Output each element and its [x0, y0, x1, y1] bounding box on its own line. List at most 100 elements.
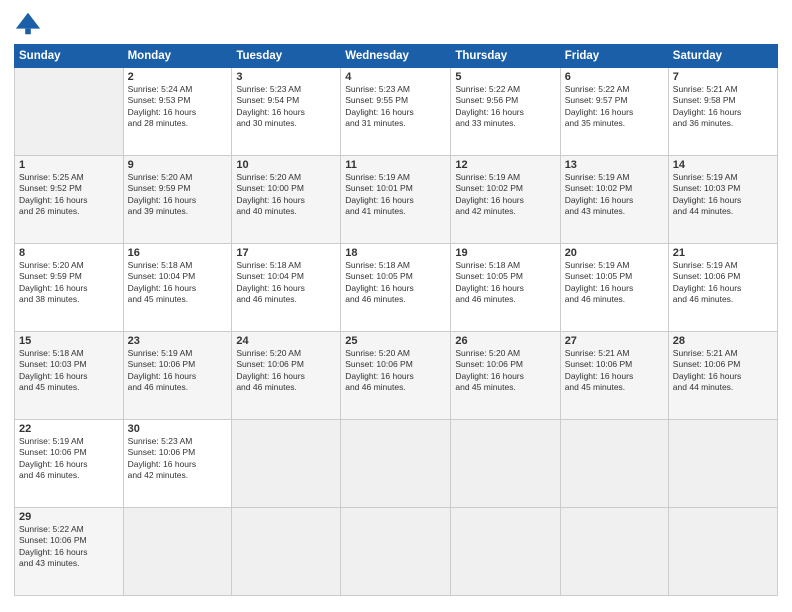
table-row: 27Sunrise: 5:21 AMSunset: 10:06 PMDaylig… — [560, 332, 668, 420]
day-info: Sunrise: 5:19 AMSunset: 10:06 PMDaylight… — [19, 436, 119, 482]
calendar-table: Sunday Monday Tuesday Wednesday Thursday… — [14, 44, 778, 596]
table-row — [560, 420, 668, 508]
day-number: 12 — [455, 159, 555, 171]
logo — [14, 10, 46, 38]
day-info: Sunrise: 5:20 AMSunset: 9:59 PMDaylight:… — [128, 172, 228, 218]
day-info: Sunrise: 5:21 AMSunset: 9:58 PMDaylight:… — [673, 84, 773, 130]
col-tuesday: Tuesday — [232, 45, 341, 68]
day-number: 6 — [565, 71, 664, 83]
header — [14, 10, 778, 38]
day-info: Sunrise: 5:18 AMSunset: 10:03 PMDaylight… — [19, 348, 119, 394]
day-info: Sunrise: 5:21 AMSunset: 10:06 PMDaylight… — [673, 348, 773, 394]
day-info: Sunrise: 5:22 AMSunset: 9:56 PMDaylight:… — [455, 84, 555, 130]
logo-icon — [14, 10, 42, 38]
table-row: 13Sunrise: 5:19 AMSunset: 10:02 PMDaylig… — [560, 156, 668, 244]
day-number: 4 — [345, 71, 446, 83]
day-info: Sunrise: 5:20 AMSunset: 9:59 PMDaylight:… — [19, 260, 119, 306]
table-row: 20Sunrise: 5:19 AMSunset: 10:05 PMDaylig… — [560, 244, 668, 332]
table-row — [560, 508, 668, 596]
table-row: 5Sunrise: 5:22 AMSunset: 9:56 PMDaylight… — [451, 68, 560, 156]
table-row: 23Sunrise: 5:19 AMSunset: 10:06 PMDaylig… — [123, 332, 232, 420]
day-number: 14 — [673, 159, 773, 171]
day-info: Sunrise: 5:20 AMSunset: 10:06 PMDaylight… — [455, 348, 555, 394]
table-row — [341, 420, 451, 508]
day-info: Sunrise: 5:23 AMSunset: 9:55 PMDaylight:… — [345, 84, 446, 130]
day-info: Sunrise: 5:21 AMSunset: 10:06 PMDaylight… — [565, 348, 664, 394]
day-number: 7 — [673, 71, 773, 83]
table-row — [232, 508, 341, 596]
day-info: Sunrise: 5:19 AMSunset: 10:02 PMDaylight… — [455, 172, 555, 218]
day-number: 11 — [345, 159, 446, 171]
table-row: 28Sunrise: 5:21 AMSunset: 10:06 PMDaylig… — [668, 332, 777, 420]
calendar-row: 22Sunrise: 5:19 AMSunset: 10:06 PMDaylig… — [15, 420, 778, 508]
day-info: Sunrise: 5:20 AMSunset: 10:06 PMDaylight… — [236, 348, 336, 394]
calendar-row: 8Sunrise: 5:20 AMSunset: 9:59 PMDaylight… — [15, 244, 778, 332]
day-number: 1 — [19, 159, 119, 171]
calendar-row: 2Sunrise: 5:24 AMSunset: 9:53 PMDaylight… — [15, 68, 778, 156]
table-row: 29Sunrise: 5:22 AMSunset: 10:06 PMDaylig… — [15, 508, 124, 596]
table-row: 4Sunrise: 5:23 AMSunset: 9:55 PMDaylight… — [341, 68, 451, 156]
day-number: 9 — [128, 159, 228, 171]
day-number: 16 — [128, 247, 228, 259]
day-info: Sunrise: 5:19 AMSunset: 10:06 PMDaylight… — [128, 348, 228, 394]
table-row — [668, 508, 777, 596]
day-number: 28 — [673, 335, 773, 347]
table-row: 9Sunrise: 5:20 AMSunset: 9:59 PMDaylight… — [123, 156, 232, 244]
table-row: 25Sunrise: 5:20 AMSunset: 10:06 PMDaylig… — [341, 332, 451, 420]
calendar-row: 29Sunrise: 5:22 AMSunset: 10:06 PMDaylig… — [15, 508, 778, 596]
table-row — [123, 508, 232, 596]
calendar-row: 15Sunrise: 5:18 AMSunset: 10:03 PMDaylig… — [15, 332, 778, 420]
day-number: 25 — [345, 335, 446, 347]
table-row — [451, 508, 560, 596]
table-row: 2Sunrise: 5:24 AMSunset: 9:53 PMDaylight… — [123, 68, 232, 156]
table-row: 16Sunrise: 5:18 AMSunset: 10:04 PMDaylig… — [123, 244, 232, 332]
table-row: 8Sunrise: 5:20 AMSunset: 9:59 PMDaylight… — [15, 244, 124, 332]
day-info: Sunrise: 5:23 AMSunset: 10:06 PMDaylight… — [128, 436, 228, 482]
table-row: 17Sunrise: 5:18 AMSunset: 10:04 PMDaylig… — [232, 244, 341, 332]
day-info: Sunrise: 5:18 AMSunset: 10:04 PMDaylight… — [236, 260, 336, 306]
day-info: Sunrise: 5:24 AMSunset: 9:53 PMDaylight:… — [128, 84, 228, 130]
table-row: 21Sunrise: 5:19 AMSunset: 10:06 PMDaylig… — [668, 244, 777, 332]
day-info: Sunrise: 5:22 AMSunset: 10:06 PMDaylight… — [19, 524, 119, 570]
table-row — [15, 68, 124, 156]
table-row: 22Sunrise: 5:19 AMSunset: 10:06 PMDaylig… — [15, 420, 124, 508]
day-info: Sunrise: 5:18 AMSunset: 10:05 PMDaylight… — [455, 260, 555, 306]
col-wednesday: Wednesday — [341, 45, 451, 68]
table-row — [451, 420, 560, 508]
col-saturday: Saturday — [668, 45, 777, 68]
col-sunday: Sunday — [15, 45, 124, 68]
table-row: 10Sunrise: 5:20 AMSunset: 10:00 PMDaylig… — [232, 156, 341, 244]
day-info: Sunrise: 5:19 AMSunset: 10:01 PMDaylight… — [345, 172, 446, 218]
day-number: 5 — [455, 71, 555, 83]
table-row: 30Sunrise: 5:23 AMSunset: 10:06 PMDaylig… — [123, 420, 232, 508]
calendar-page: Sunday Monday Tuesday Wednesday Thursday… — [0, 0, 792, 612]
calendar-row: 1Sunrise: 5:25 AMSunset: 9:52 PMDaylight… — [15, 156, 778, 244]
day-number: 26 — [455, 335, 555, 347]
day-number: 3 — [236, 71, 336, 83]
day-number: 23 — [128, 335, 228, 347]
day-number: 20 — [565, 247, 664, 259]
table-row: 3Sunrise: 5:23 AMSunset: 9:54 PMDaylight… — [232, 68, 341, 156]
day-number: 21 — [673, 247, 773, 259]
day-info: Sunrise: 5:25 AMSunset: 9:52 PMDaylight:… — [19, 172, 119, 218]
day-info: Sunrise: 5:18 AMSunset: 10:04 PMDaylight… — [128, 260, 228, 306]
day-info: Sunrise: 5:19 AMSunset: 10:06 PMDaylight… — [673, 260, 773, 306]
day-number: 24 — [236, 335, 336, 347]
day-number: 27 — [565, 335, 664, 347]
day-info: Sunrise: 5:23 AMSunset: 9:54 PMDaylight:… — [236, 84, 336, 130]
col-friday: Friday — [560, 45, 668, 68]
day-info: Sunrise: 5:19 AMSunset: 10:02 PMDaylight… — [565, 172, 664, 218]
table-row — [668, 420, 777, 508]
table-row: 18Sunrise: 5:18 AMSunset: 10:05 PMDaylig… — [341, 244, 451, 332]
day-info: Sunrise: 5:19 AMSunset: 10:03 PMDaylight… — [673, 172, 773, 218]
day-number: 19 — [455, 247, 555, 259]
table-row: 12Sunrise: 5:19 AMSunset: 10:02 PMDaylig… — [451, 156, 560, 244]
col-thursday: Thursday — [451, 45, 560, 68]
day-info: Sunrise: 5:19 AMSunset: 10:05 PMDaylight… — [565, 260, 664, 306]
calendar-header-row: Sunday Monday Tuesday Wednesday Thursday… — [15, 45, 778, 68]
day-number: 22 — [19, 423, 119, 435]
day-info: Sunrise: 5:22 AMSunset: 9:57 PMDaylight:… — [565, 84, 664, 130]
table-row: 15Sunrise: 5:18 AMSunset: 10:03 PMDaylig… — [15, 332, 124, 420]
table-row: 6Sunrise: 5:22 AMSunset: 9:57 PMDaylight… — [560, 68, 668, 156]
table-row: 14Sunrise: 5:19 AMSunset: 10:03 PMDaylig… — [668, 156, 777, 244]
